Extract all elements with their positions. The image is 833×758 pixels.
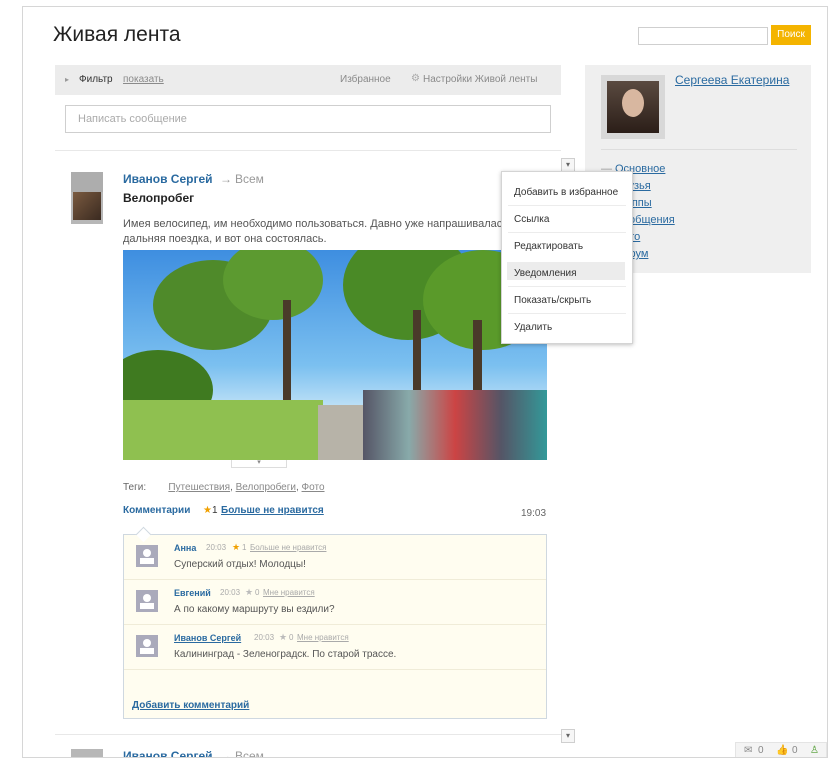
star-icon: ★ xyxy=(279,632,288,642)
star-icon: ★ xyxy=(232,542,241,552)
post-author-avatar[interactable] xyxy=(71,172,103,224)
post-text-line2: дальняя поездка, и вот она состоялась. xyxy=(123,233,327,245)
message-icon[interactable]: ✉ xyxy=(744,745,752,756)
menu-item-notifications[interactable]: Уведомления xyxy=(514,268,577,279)
post-like-link[interactable]: Больше не нравится xyxy=(221,505,324,516)
post-text: Имея велосипед, им необходимо пользовать… xyxy=(123,217,543,247)
comment-votes: 0 xyxy=(255,588,260,597)
feed-settings-link[interactable]: Настройки Живой ленты xyxy=(423,74,537,85)
comment-item: Анна 20:03 ★ 1 Больше не нравится Суперс… xyxy=(124,535,546,580)
tag-link[interactable]: Велопробеги xyxy=(236,482,296,493)
profile-avatar[interactable] xyxy=(607,81,659,133)
feed-post: ▾ Иванов Сергей → Всем Велопробег Имея в… xyxy=(55,150,575,725)
post-title: Велопробег xyxy=(123,191,195,205)
comment-author[interactable]: Иванов Сергей xyxy=(174,633,241,643)
compose-message-input[interactable]: Написать сообщение xyxy=(65,105,551,133)
filter-label: Фильтр xyxy=(79,74,113,85)
search-button[interactable]: Поиск xyxy=(771,25,811,45)
favorites-link[interactable]: Избранное xyxy=(340,74,391,85)
post-author-link[interactable]: Иванов Сергей xyxy=(123,172,213,186)
menu-item-add-favorite[interactable]: Добавить в избранное xyxy=(514,187,618,198)
post-photo[interactable] xyxy=(123,250,547,460)
post2-arrow-icon: → xyxy=(220,749,232,758)
post-vote-count: ★1 xyxy=(203,505,218,516)
search-input[interactable] xyxy=(638,27,768,45)
feed-post-2: ▾ Иванов Сергей → Всем xyxy=(55,729,575,758)
filter-show-link[interactable]: показать xyxy=(123,74,164,85)
post2-recipient: Всем xyxy=(235,749,264,758)
menu-item-show-hide[interactable]: Показать/скрыть xyxy=(514,295,591,306)
profile-name-link[interactable]: Сергеева Екатерина xyxy=(675,73,789,87)
comments-box: Анна 20:03 ★ 1 Больше не нравится Суперс… xyxy=(123,534,547,719)
post2-menu-dropdown[interactable]: ▾ xyxy=(561,729,575,743)
post2-author-link[interactable]: Иванов Сергей xyxy=(123,749,213,757)
post-tags: Теги: Путешествия, Велопробеги, Фото xyxy=(123,482,325,493)
filter-arrow-icon[interactable]: ▸ xyxy=(65,75,69,84)
post-recipient: Всем xyxy=(235,172,264,186)
add-comment-link[interactable]: Добавить комментарий xyxy=(132,700,249,711)
comment-votes: 0 xyxy=(289,633,294,642)
comment-author[interactable]: Евгений xyxy=(174,588,211,598)
comments-label[interactable]: Комментарии xyxy=(123,505,190,516)
comment-text: Калининград - Зеленоградск. По старой тр… xyxy=(174,649,397,660)
comment-item: Евгений 20:03 ★ 0 Мне нравится А по како… xyxy=(124,580,546,625)
page-frame: Живая лента Поиск ▸ Фильтр показать Избр… xyxy=(22,6,828,758)
star-icon: ★ xyxy=(245,587,254,597)
profile-divider xyxy=(601,149,797,150)
comment-avatar-icon[interactable] xyxy=(136,590,158,612)
gear-icon[interactable]: ⚙ xyxy=(411,73,420,84)
post-text-line1: Имея велосипед, им необходимо пользовать… xyxy=(123,218,509,230)
post-time: 19:03 xyxy=(521,508,547,519)
star-icon: ★ xyxy=(203,505,212,516)
post-context-menu: Добавить в избранное Ссылка Редактироват… xyxy=(501,171,633,344)
post-menu-dropdown[interactable]: ▾ xyxy=(561,158,575,172)
like-icon[interactable]: 👍 xyxy=(776,745,788,756)
comment-avatar-icon[interactable] xyxy=(136,635,158,657)
profile-photo-frame xyxy=(601,75,665,139)
filter-bar: ▸ Фильтр показать Избранное ⚙ Настройки … xyxy=(55,65,561,95)
tags-label: Теги: xyxy=(123,482,147,493)
comment-time: 20:03 xyxy=(254,633,275,642)
comment-text: Суперский отдых! Молодцы! xyxy=(174,559,306,570)
comment-like-link[interactable]: Мне нравится xyxy=(297,633,349,642)
post-arrow-icon: → xyxy=(220,172,232,186)
comment-item: Иванов Сергей 20:03 ★ 0 Мне нравится Кал… xyxy=(124,625,546,670)
compose-placeholder: Написать сообщение xyxy=(78,113,187,125)
comment-author[interactable]: Анна xyxy=(174,543,196,553)
comment-like-link[interactable]: Мне нравится xyxy=(263,588,315,597)
menu-item-delete[interactable]: Удалить xyxy=(514,322,552,333)
status-icons-bar: ✉ 0 👍 0 ♙ xyxy=(735,742,827,757)
menu-item-link[interactable]: Ссылка xyxy=(514,214,549,225)
comment-time: 20:03 xyxy=(220,588,241,597)
tag-link[interactable]: Путешествия xyxy=(168,482,230,493)
like-count: 0 xyxy=(792,745,798,756)
comment-text: А по какому маршруту вы ездили? xyxy=(174,604,335,615)
user-icon[interactable]: ♙ xyxy=(810,745,819,756)
comment-avatar-icon[interactable] xyxy=(136,545,158,567)
tag-link[interactable]: Фото xyxy=(302,482,325,493)
message-count: 0 xyxy=(758,745,764,756)
comment-time: 20:03 xyxy=(206,543,227,552)
comment-like-link[interactable]: Больше не нравится xyxy=(250,543,326,552)
photo-toggle-tab[interactable]: ▾ xyxy=(231,459,287,468)
page-title: Живая лента xyxy=(53,23,181,46)
menu-item-edit[interactable]: Редактировать xyxy=(514,241,583,252)
comment-votes: 1 xyxy=(242,543,247,552)
post2-author-avatar[interactable] xyxy=(71,749,103,757)
